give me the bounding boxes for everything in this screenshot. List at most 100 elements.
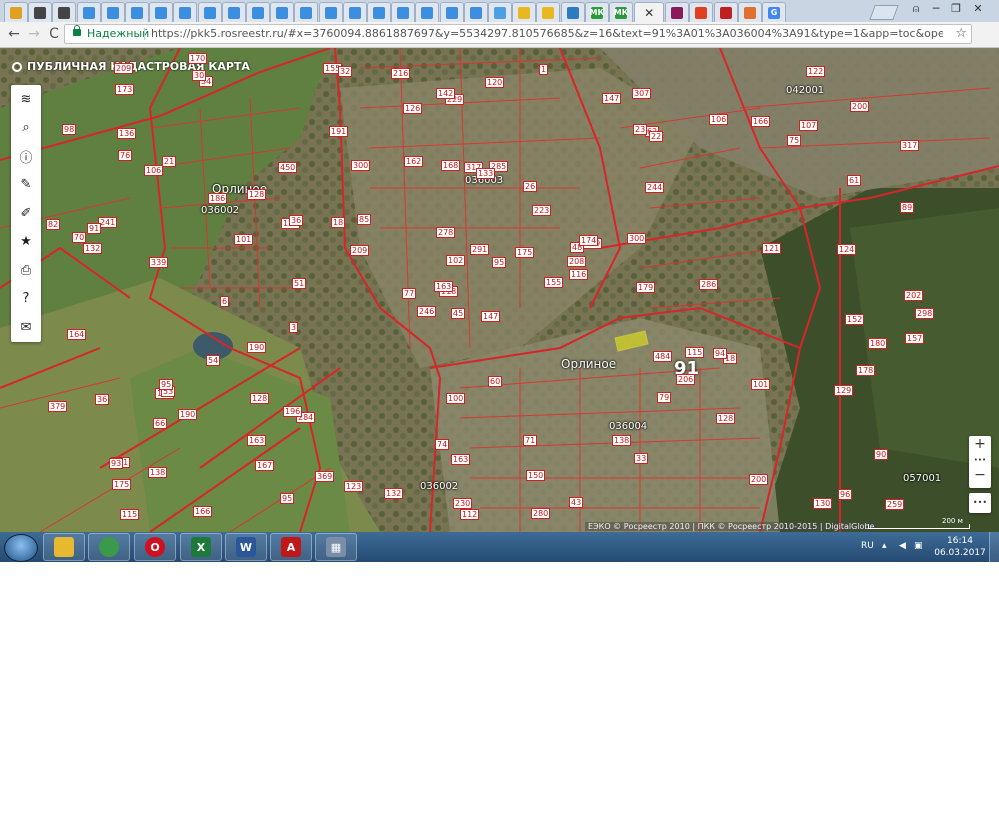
- parcel-number-label[interactable]: 209: [350, 245, 370, 256]
- parcel-number-label[interactable]: 82: [46, 219, 61, 230]
- language-indicator[interactable]: RU: [861, 541, 874, 551]
- parcel-number-label[interactable]: 244: [645, 182, 665, 193]
- browser-tab[interactable]: [28, 2, 53, 22]
- taskbar-app[interactable]: [43, 533, 85, 561]
- restore-button[interactable]: ❐: [947, 2, 965, 16]
- help-icon[interactable]: ?: [11, 285, 41, 314]
- forward-button[interactable]: →: [26, 26, 42, 42]
- parcel-number-label[interactable]: 164: [67, 329, 87, 340]
- browser-tab[interactable]: [415, 2, 440, 22]
- network-icon[interactable]: ▣: [914, 541, 923, 551]
- parcel-number-label[interactable]: 147: [602, 93, 622, 104]
- taskbar-app[interactable]: X: [180, 533, 222, 561]
- browser-tab[interactable]: [76, 2, 101, 22]
- parcel-number-label[interactable]: 77: [402, 288, 417, 299]
- parcel-number-label[interactable]: 379: [48, 401, 68, 412]
- parcel-number-label[interactable]: 98: [62, 124, 77, 135]
- parcel-number-label[interactable]: 36: [95, 394, 110, 405]
- start-button[interactable]: [4, 534, 38, 562]
- parcel-number-label[interactable]: 90: [874, 449, 889, 460]
- parcel-number-label[interactable]: 94: [713, 348, 728, 359]
- parcel-number-label[interactable]: 51: [292, 278, 307, 289]
- parcel-number-label[interactable]: 190: [247, 342, 267, 353]
- parcel-number-label[interactable]: 191: [329, 126, 349, 137]
- parcel-number-label[interactable]: 138: [612, 435, 632, 446]
- parcel-number-label[interactable]: 74: [435, 439, 450, 450]
- parcel-number-label[interactable]: 206: [676, 374, 696, 385]
- parcel-number-label[interactable]: 163: [434, 281, 454, 292]
- parcel-number-label[interactable]: 124: [837, 244, 857, 255]
- parcel-number-label[interactable]: 121: [762, 243, 782, 254]
- parcel-number-label[interactable]: 76: [118, 150, 133, 161]
- parcel-number-label[interactable]: 95: [159, 379, 174, 390]
- parcel-number-label[interactable]: 155: [544, 277, 564, 288]
- parcel-number-label[interactable]: 291: [470, 244, 490, 255]
- browser-tab[interactable]: [100, 2, 125, 22]
- parcel-number-label[interactable]: 106: [709, 114, 729, 125]
- star-icon[interactable]: ★: [11, 228, 41, 257]
- back-button[interactable]: ←: [6, 26, 22, 42]
- parcel-number-label[interactable]: 174: [579, 235, 599, 246]
- parcel-number-label[interactable]: 107: [799, 120, 819, 131]
- parcel-number-label[interactable]: 200: [850, 101, 870, 112]
- parcel-number-label[interactable]: 246: [417, 306, 437, 317]
- parcel-number-label[interactable]: 136: [117, 128, 137, 139]
- parcel-number-label[interactable]: 85: [357, 214, 372, 225]
- browser-tab[interactable]: [149, 2, 174, 22]
- browser-tab[interactable]: [391, 2, 416, 22]
- parcel-number-label[interactable]: 115: [685, 347, 705, 358]
- browser-tab[interactable]: [4, 2, 28, 22]
- parcel-number-label[interactable]: 300: [627, 233, 647, 244]
- parcel-number-label[interactable]: 152: [845, 314, 865, 325]
- parcel-number-label[interactable]: 66: [153, 418, 168, 429]
- parcel-number-label[interactable]: 128: [716, 413, 736, 424]
- active-tab[interactable]: ✕: [634, 2, 665, 22]
- browser-tab[interactable]: G: [762, 2, 786, 22]
- browser-tab[interactable]: [52, 2, 77, 22]
- parcel-number-label[interactable]: 133: [476, 168, 496, 179]
- parcel-number-label[interactable]: 102: [446, 255, 466, 266]
- measure-icon[interactable]: ✐: [11, 199, 41, 228]
- bookmark-star-icon[interactable]: ☆: [955, 25, 967, 43]
- parcel-number-label[interactable]: 175: [515, 247, 535, 258]
- info-icon[interactable]: ⓘ: [11, 142, 41, 171]
- browser-tab[interactable]: [246, 2, 270, 22]
- parcel-number-label[interactable]: 32: [338, 66, 353, 77]
- parcel-number-label[interactable]: 168: [441, 160, 461, 171]
- tray-expand-icon[interactable]: ▴: [882, 541, 887, 551]
- parcel-number-label[interactable]: 259: [885, 499, 905, 510]
- zoom-in-button[interactable]: +: [969, 436, 991, 453]
- address-bar[interactable]: Надежный https://pkk5.rosreestr.ru/#x=37…: [64, 24, 972, 44]
- browser-tab[interactable]: МК: [609, 2, 633, 22]
- show-desktop-button[interactable]: [989, 532, 999, 562]
- volume-icon[interactable]: ◀: [899, 541, 906, 551]
- browser-tab[interactable]: [342, 2, 367, 22]
- taskbar-app[interactable]: O: [134, 533, 176, 561]
- browser-tab[interactable]: [713, 2, 738, 22]
- browser-tab[interactable]: [125, 2, 149, 22]
- parcel-number-label[interactable]: 163: [247, 435, 267, 446]
- more-options-button[interactable]: •••: [969, 493, 991, 513]
- parcel-number-label[interactable]: 30: [192, 70, 207, 81]
- print-icon[interactable]: ⎙: [11, 256, 41, 285]
- parcel-number-label[interactable]: 43: [569, 497, 584, 508]
- parcel-number-label[interactable]: 116: [569, 269, 589, 280]
- layers-icon[interactable]: ≋: [11, 85, 41, 114]
- parcel-number-label[interactable]: 95: [492, 257, 507, 268]
- browser-tab[interactable]: МК: [584, 2, 609, 22]
- parcel-number-label[interactable]: 175: [112, 479, 132, 490]
- parcel-number-label[interactable]: 142: [436, 88, 456, 99]
- browser-tab[interactable]: [439, 2, 464, 22]
- new-tab-button[interactable]: [869, 5, 899, 20]
- parcel-number-label[interactable]: 286: [699, 279, 719, 290]
- reload-button[interactable]: C: [46, 26, 62, 42]
- parcel-number-label[interactable]: 96: [838, 489, 853, 500]
- parcel-number-label[interactable]: 280: [531, 508, 551, 519]
- close-tab-icon[interactable]: ✕: [644, 6, 654, 20]
- profile-icon[interactable]: ⍝: [907, 2, 925, 16]
- mail-icon[interactable]: ✉: [11, 313, 41, 342]
- taskbar-app[interactable]: ▦: [315, 533, 357, 561]
- parcel-number-label[interactable]: 163: [451, 454, 471, 465]
- browser-tab[interactable]: [318, 2, 343, 22]
- parcel-number-label[interactable]: 129: [834, 385, 854, 396]
